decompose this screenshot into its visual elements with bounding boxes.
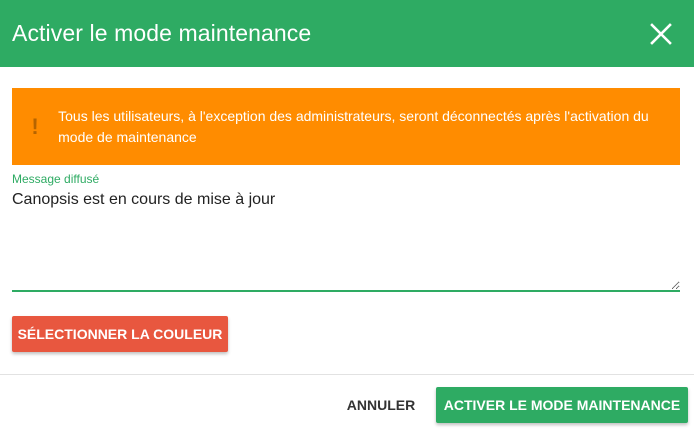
- close-icon: [650, 22, 672, 45]
- message-field: Message diffusé: [12, 172, 680, 292]
- message-field-label: Message diffusé: [12, 172, 100, 186]
- select-color-button[interactable]: SÉLECTIONNER LA COULEUR: [12, 316, 228, 352]
- dialog-header: Activer le mode maintenance: [0, 0, 694, 67]
- maintenance-dialog: Activer le mode maintenance ! Tous les u…: [0, 0, 694, 429]
- message-textarea[interactable]: [12, 188, 680, 292]
- alert-message: Tous les utilisateurs, à l'exception des…: [58, 107, 649, 145]
- warning-icon: !: [31, 113, 39, 139]
- warning-alert: ! Tous les utilisateurs, à l'exception d…: [12, 88, 680, 165]
- dialog-title: Activer le mode maintenance: [12, 20, 312, 46]
- activate-maintenance-button[interactable]: ACTIVER LE MODE MAINTENANCE: [436, 387, 688, 423]
- close-button[interactable]: [646, 19, 676, 49]
- footer-divider: [0, 374, 694, 375]
- cancel-button[interactable]: ANNULER: [336, 387, 426, 423]
